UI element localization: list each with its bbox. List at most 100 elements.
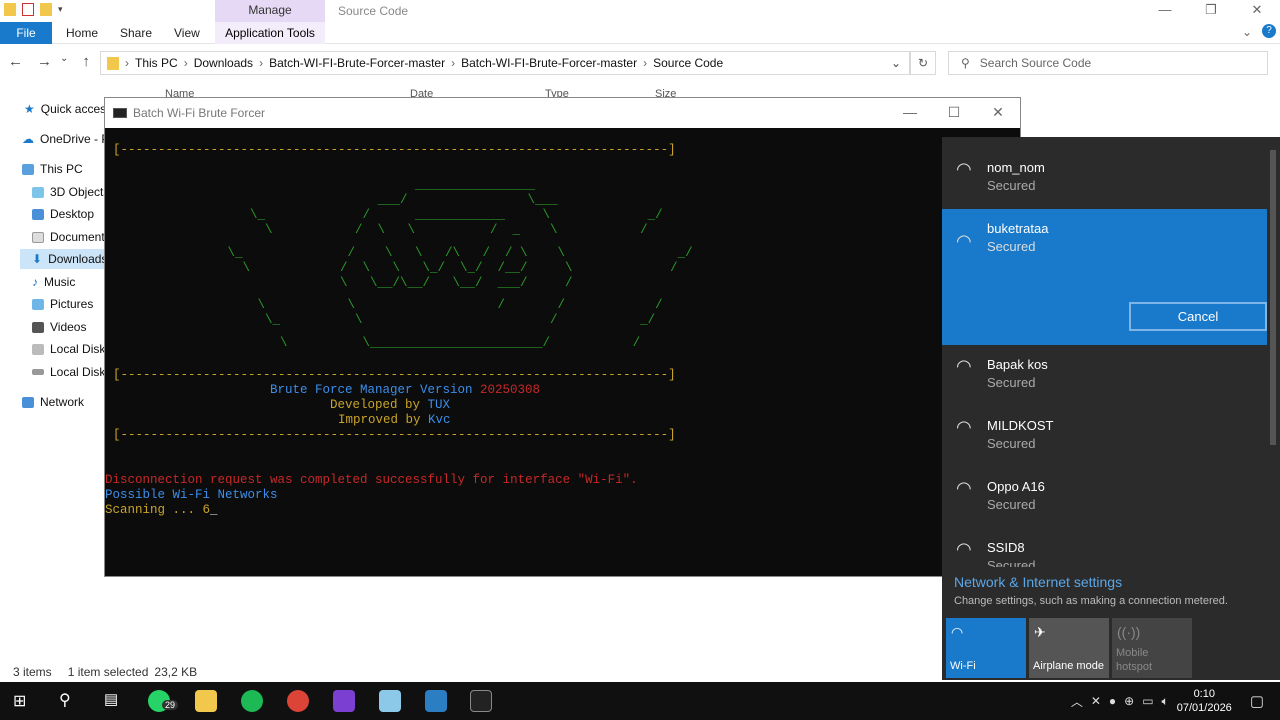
app-icon[interactable] bbox=[425, 690, 447, 712]
forward-icon[interactable]: → bbox=[37, 53, 52, 70]
cancel-button[interactable]: Cancel bbox=[1129, 302, 1267, 331]
console-output[interactable]: [---------------------------------------… bbox=[105, 128, 1020, 576]
close-icon[interactable]: ✕ bbox=[1234, 0, 1280, 22]
cube-icon bbox=[32, 186, 44, 198]
nav-desktop[interactable]: Desktop bbox=[32, 207, 94, 221]
network-item[interactable]: ◠ Bapak kos Secured bbox=[942, 334, 1268, 395]
nav-local-disk-2[interactable]: Local Disk ( bbox=[32, 365, 113, 379]
nav-documents[interactable]: Documents bbox=[32, 230, 111, 244]
back-icon[interactable]: ← bbox=[8, 53, 23, 70]
address-breadcrumb[interactable]: › This PC › Downloads › Batch-WI-FI-Brut… bbox=[100, 51, 910, 75]
status-bar: 3 items 1 item selected 23,2 KB bbox=[13, 665, 197, 679]
nav-3d-objects[interactable]: 3D Objects bbox=[32, 185, 109, 199]
network-item[interactable]: ◠ MILDKOST Secured bbox=[942, 395, 1268, 456]
network-item[interactable]: ◠ nom_nom Secured bbox=[942, 137, 1268, 198]
nav-pictures[interactable]: Pictures bbox=[32, 297, 93, 311]
folder-icon[interactable] bbox=[4, 3, 16, 16]
notepad-icon[interactable] bbox=[379, 690, 401, 712]
minimize-icon[interactable]: — bbox=[1142, 0, 1188, 22]
nav-this-pc[interactable]: This PC bbox=[22, 162, 83, 176]
speaker-icon[interactable]: 🔈︎ bbox=[1162, 694, 1169, 709]
chrome-icon[interactable] bbox=[287, 690, 309, 712]
nav-onedrive[interactable]: ☁ OneDrive - P bbox=[22, 132, 109, 146]
start-icon[interactable]: ⊞ bbox=[13, 691, 26, 711]
recent-locations-icon[interactable]: ⌄ bbox=[60, 53, 68, 70]
refresh-icon[interactable]: ↻ bbox=[910, 51, 936, 75]
network-status: Secured bbox=[987, 375, 1036, 390]
wifi-signal-icon: ◠ bbox=[956, 231, 972, 251]
breadcrumb-source-code[interactable]: Source Code bbox=[653, 56, 723, 70]
new-folder-icon[interactable] bbox=[40, 3, 52, 16]
console-titlebar[interactable]: Batch Wi-Fi Brute Forcer bbox=[105, 98, 1020, 128]
network-item[interactable]: ◠ SSID8 Secured bbox=[942, 517, 1268, 567]
nav-network[interactable]: Network bbox=[22, 395, 84, 409]
breadcrumb-repo-inner[interactable]: Batch-WI-FI-Brute-Forcer-master bbox=[461, 56, 637, 70]
console-window-controls: — ☐ ✕ bbox=[888, 98, 1020, 128]
task-view-icon[interactable]: ▤ bbox=[104, 690, 118, 708]
notification-icon[interactable]: ▢ bbox=[1250, 692, 1264, 710]
clock[interactable]: 0:10 07/01/2026 bbox=[1177, 687, 1232, 715]
breadcrumb-downloads[interactable]: Downloads bbox=[194, 56, 253, 70]
nav-quick-access[interactable]: ★ Quick access bbox=[24, 102, 112, 116]
network-name: SSID8 bbox=[987, 540, 1025, 555]
maximize-icon[interactable]: ☐ bbox=[932, 98, 976, 128]
clock-time: 0:10 bbox=[1193, 688, 1215, 700]
breadcrumb-repo[interactable]: Batch-WI-FI-Brute-Forcer-master bbox=[269, 56, 445, 70]
up-icon[interactable]: ↑ bbox=[82, 53, 90, 70]
console-window[interactable]: Batch Wi-Fi Brute Forcer — ☐ ✕ [--------… bbox=[104, 97, 1021, 577]
globe-icon[interactable]: ⊕ bbox=[1124, 694, 1134, 708]
console-border-mid: [---------------------------------------… bbox=[113, 368, 676, 382]
tab-home[interactable]: Home bbox=[66, 22, 98, 44]
quick-action-label: Wi-Fi bbox=[950, 660, 976, 672]
close-icon[interactable]: ✕ bbox=[976, 98, 1020, 128]
nav-videos[interactable]: Videos bbox=[32, 320, 86, 334]
quick-action-mobile-hotspot[interactable]: ((·)) Mobile hotspot bbox=[1112, 618, 1192, 678]
customize-toolbar-icon[interactable]: ▾ bbox=[58, 4, 63, 15]
video-editor-icon[interactable] bbox=[333, 690, 355, 712]
search-input[interactable]: ⚲ Search Source Code bbox=[948, 51, 1268, 75]
cloud-icon: ☁ bbox=[22, 132, 34, 146]
flyout-scrollbar-thumb[interactable] bbox=[1270, 150, 1276, 445]
tab-file[interactable]: File bbox=[0, 22, 52, 44]
network-settings-link[interactable]: Network & Internet settings bbox=[954, 574, 1122, 590]
ribbon-expand-icon[interactable]: ⌄ bbox=[1242, 25, 1252, 39]
spotify-icon[interactable] bbox=[241, 690, 263, 712]
status-items: 3 items bbox=[13, 665, 52, 679]
breadcrumb-chevron-icon: › bbox=[183, 56, 188, 70]
nav-downloads[interactable]: ⬇ Downloads bbox=[32, 252, 107, 266]
tab-share[interactable]: Share bbox=[120, 22, 152, 44]
improver-name: Kvc bbox=[428, 413, 451, 427]
tab-view[interactable]: View bbox=[174, 22, 200, 44]
properties-icon[interactable] bbox=[22, 3, 34, 16]
developed-by-line: Developed by TUX bbox=[330, 398, 450, 413]
version-number: 20250308 bbox=[480, 383, 541, 397]
address-dropdown-icon[interactable]: ⌄ bbox=[891, 56, 901, 70]
ascii-art-line: \ / \ \ / _ \ / bbox=[205, 223, 648, 237]
battery-icon[interactable]: ▭ bbox=[1142, 694, 1153, 708]
network-item[interactable]: ◠ Oppo A16 Secured bbox=[942, 456, 1268, 517]
manager-label: Brute Force Manager Version bbox=[270, 383, 481, 397]
nav-label: Music bbox=[44, 275, 76, 289]
nav-music[interactable]: ♪ Music bbox=[32, 275, 75, 289]
network-item-selected[interactable]: ◠ buketrataa Secured Cancel bbox=[942, 209, 1268, 345]
breadcrumb-this-pc[interactable]: This PC bbox=[135, 56, 178, 70]
file-explorer-icon[interactable] bbox=[195, 690, 217, 712]
whatsapp-badge: 29 bbox=[162, 700, 179, 710]
nav-local-disk-1[interactable]: Local Disk ( bbox=[32, 342, 113, 356]
quick-action-airplane-mode[interactable]: ✈ Airplane mode bbox=[1029, 618, 1109, 678]
search-icon[interactable]: ⚲ bbox=[59, 690, 71, 710]
network-name: Bapak kos bbox=[987, 357, 1048, 372]
terminal-icon[interactable] bbox=[470, 690, 492, 712]
quick-action-wifi[interactable]: ◠ Wi-Fi bbox=[946, 618, 1026, 678]
show-hidden-icons-icon[interactable]: ︿ bbox=[1071, 693, 1083, 710]
microphone-icon[interactable]: ● bbox=[1109, 694, 1116, 708]
restore-icon[interactable]: ❐ bbox=[1188, 0, 1234, 22]
breadcrumb-chevron-icon: › bbox=[451, 56, 456, 70]
help-icon[interactable]: ? bbox=[1262, 24, 1276, 38]
mute-icon[interactable]: ✕ bbox=[1091, 694, 1101, 708]
minimize-icon[interactable]: — bbox=[888, 98, 932, 128]
console-border-top: [---------------------------------------… bbox=[113, 143, 676, 157]
network-name: MILDKOST bbox=[987, 418, 1054, 433]
tab-application-tools[interactable]: Application Tools bbox=[215, 22, 325, 44]
nav-label: Desktop bbox=[50, 207, 95, 221]
